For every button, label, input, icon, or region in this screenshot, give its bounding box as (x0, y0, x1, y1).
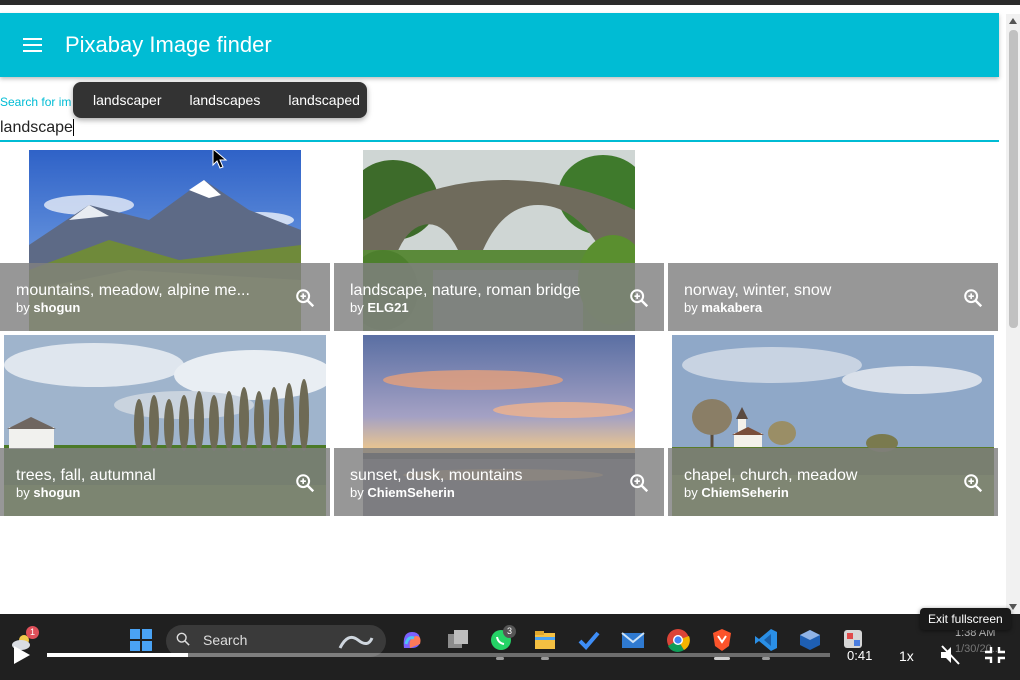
app-title: Pixabay Image finder (65, 32, 272, 57)
mute-icon[interactable] (939, 645, 961, 665)
tile-caption: sunset, dusk, mountains by ChiemSeherin (334, 448, 664, 516)
zoom-icon[interactable] (294, 287, 316, 309)
menu-icon[interactable] (23, 38, 42, 53)
suggestion-item[interactable]: landscaper (79, 92, 176, 108)
image-tile[interactable]: chapel, church, meadow by ChiemSeherin (668, 335, 998, 516)
chrome-icon[interactable] (666, 628, 690, 652)
taskbar-running-indicator (541, 657, 549, 660)
image-author: by ChiemSeherin (350, 485, 455, 500)
scroll-up-arrow-icon[interactable] (1009, 18, 1017, 24)
image-author: by ELG21 (350, 300, 409, 315)
image-author: by ChiemSeherin (684, 485, 789, 500)
image-title: landscape, nature, roman bridge (350, 282, 581, 299)
text-caret (73, 119, 74, 136)
zoom-icon[interactable] (962, 287, 984, 309)
exit-fullscreen-tooltip: Exit fullscreen (920, 608, 1011, 630)
tile-caption: chapel, church, meadow by ChiemSeherin (668, 448, 998, 516)
suggestion-item[interactable]: landscaped (274, 92, 374, 108)
taskbar-search-placeholder: Search (203, 632, 248, 648)
zoom-icon[interactable] (628, 472, 650, 494)
suggestion-item[interactable]: landscapes (176, 92, 275, 108)
vscode-icon[interactable] (754, 628, 778, 652)
mail-icon[interactable] (621, 628, 645, 652)
image-author: by makabera (684, 300, 763, 315)
search-underline (0, 140, 999, 142)
tile-caption: norway, winter, snow by makabera (668, 263, 998, 331)
brave-icon[interactable] (710, 628, 734, 652)
playback-speed-button[interactable]: 1x (899, 648, 914, 664)
image-tile[interactable]: landscape, nature, roman bridge by ELG21 (334, 150, 664, 331)
playback-time: 0:41 (847, 648, 873, 663)
exit-fullscreen-icon[interactable] (984, 646, 1006, 664)
play-icon[interactable] (14, 646, 30, 664)
taskbar-running-indicator (762, 657, 770, 660)
search-label: Search for im (0, 95, 72, 109)
search-icon (176, 632, 190, 646)
search-input[interactable] (0, 116, 990, 140)
windows-start-icon[interactable] (129, 628, 153, 652)
image-title: norway, winter, snow (684, 282, 832, 299)
whatsapp-badge: 3 (503, 625, 516, 638)
search-highlight-icon (338, 635, 374, 649)
tile-caption: landscape, nature, roman bridge by ELG21 (334, 263, 664, 331)
app-bar: Pixabay Image finder (0, 13, 999, 77)
scrollbar-thumb[interactable] (1009, 30, 1018, 328)
copilot-icon[interactable] (400, 628, 424, 652)
image-tile[interactable]: sunset, dusk, mountains by ChiemSeherin (334, 335, 664, 516)
zoom-icon[interactable] (962, 472, 984, 494)
image-title: sunset, dusk, mountains (350, 467, 523, 484)
tile-caption: trees, fall, autumnal by shogun (0, 448, 330, 516)
todo-icon[interactable] (577, 628, 601, 652)
weather-badge: 1 (26, 626, 39, 639)
image-title: chapel, church, meadow (684, 467, 858, 484)
autocomplete-popup: landscaper landscapes landscaped (73, 82, 367, 118)
image-tile[interactable]: norway, winter, snow by makabera (668, 150, 998, 331)
image-author: by shogun (16, 485, 81, 500)
taskbar-running-indicator (496, 657, 504, 660)
window-top-border (0, 0, 1020, 5)
file-explorer-icon[interactable] (533, 628, 557, 652)
task-view-icon[interactable] (446, 628, 470, 652)
image-author: by shogun (16, 300, 81, 315)
mouse-cursor-icon (212, 148, 228, 169)
progress-fill (47, 653, 188, 657)
image-tile[interactable]: mountains, meadow, alpine me... by shogu… (0, 150, 330, 331)
image-title: mountains, meadow, alpine me... (16, 282, 250, 299)
zoom-icon[interactable] (294, 472, 316, 494)
image-title: trees, fall, autumnal (16, 467, 156, 484)
tile-caption: mountains, meadow, alpine me... by shogu… (0, 263, 330, 331)
virtualbox-icon[interactable] (798, 628, 822, 652)
image-tile[interactable]: trees, fall, autumnal by shogun (0, 335, 330, 516)
zoom-icon[interactable] (628, 287, 650, 309)
taskbar-running-indicator (714, 657, 730, 660)
